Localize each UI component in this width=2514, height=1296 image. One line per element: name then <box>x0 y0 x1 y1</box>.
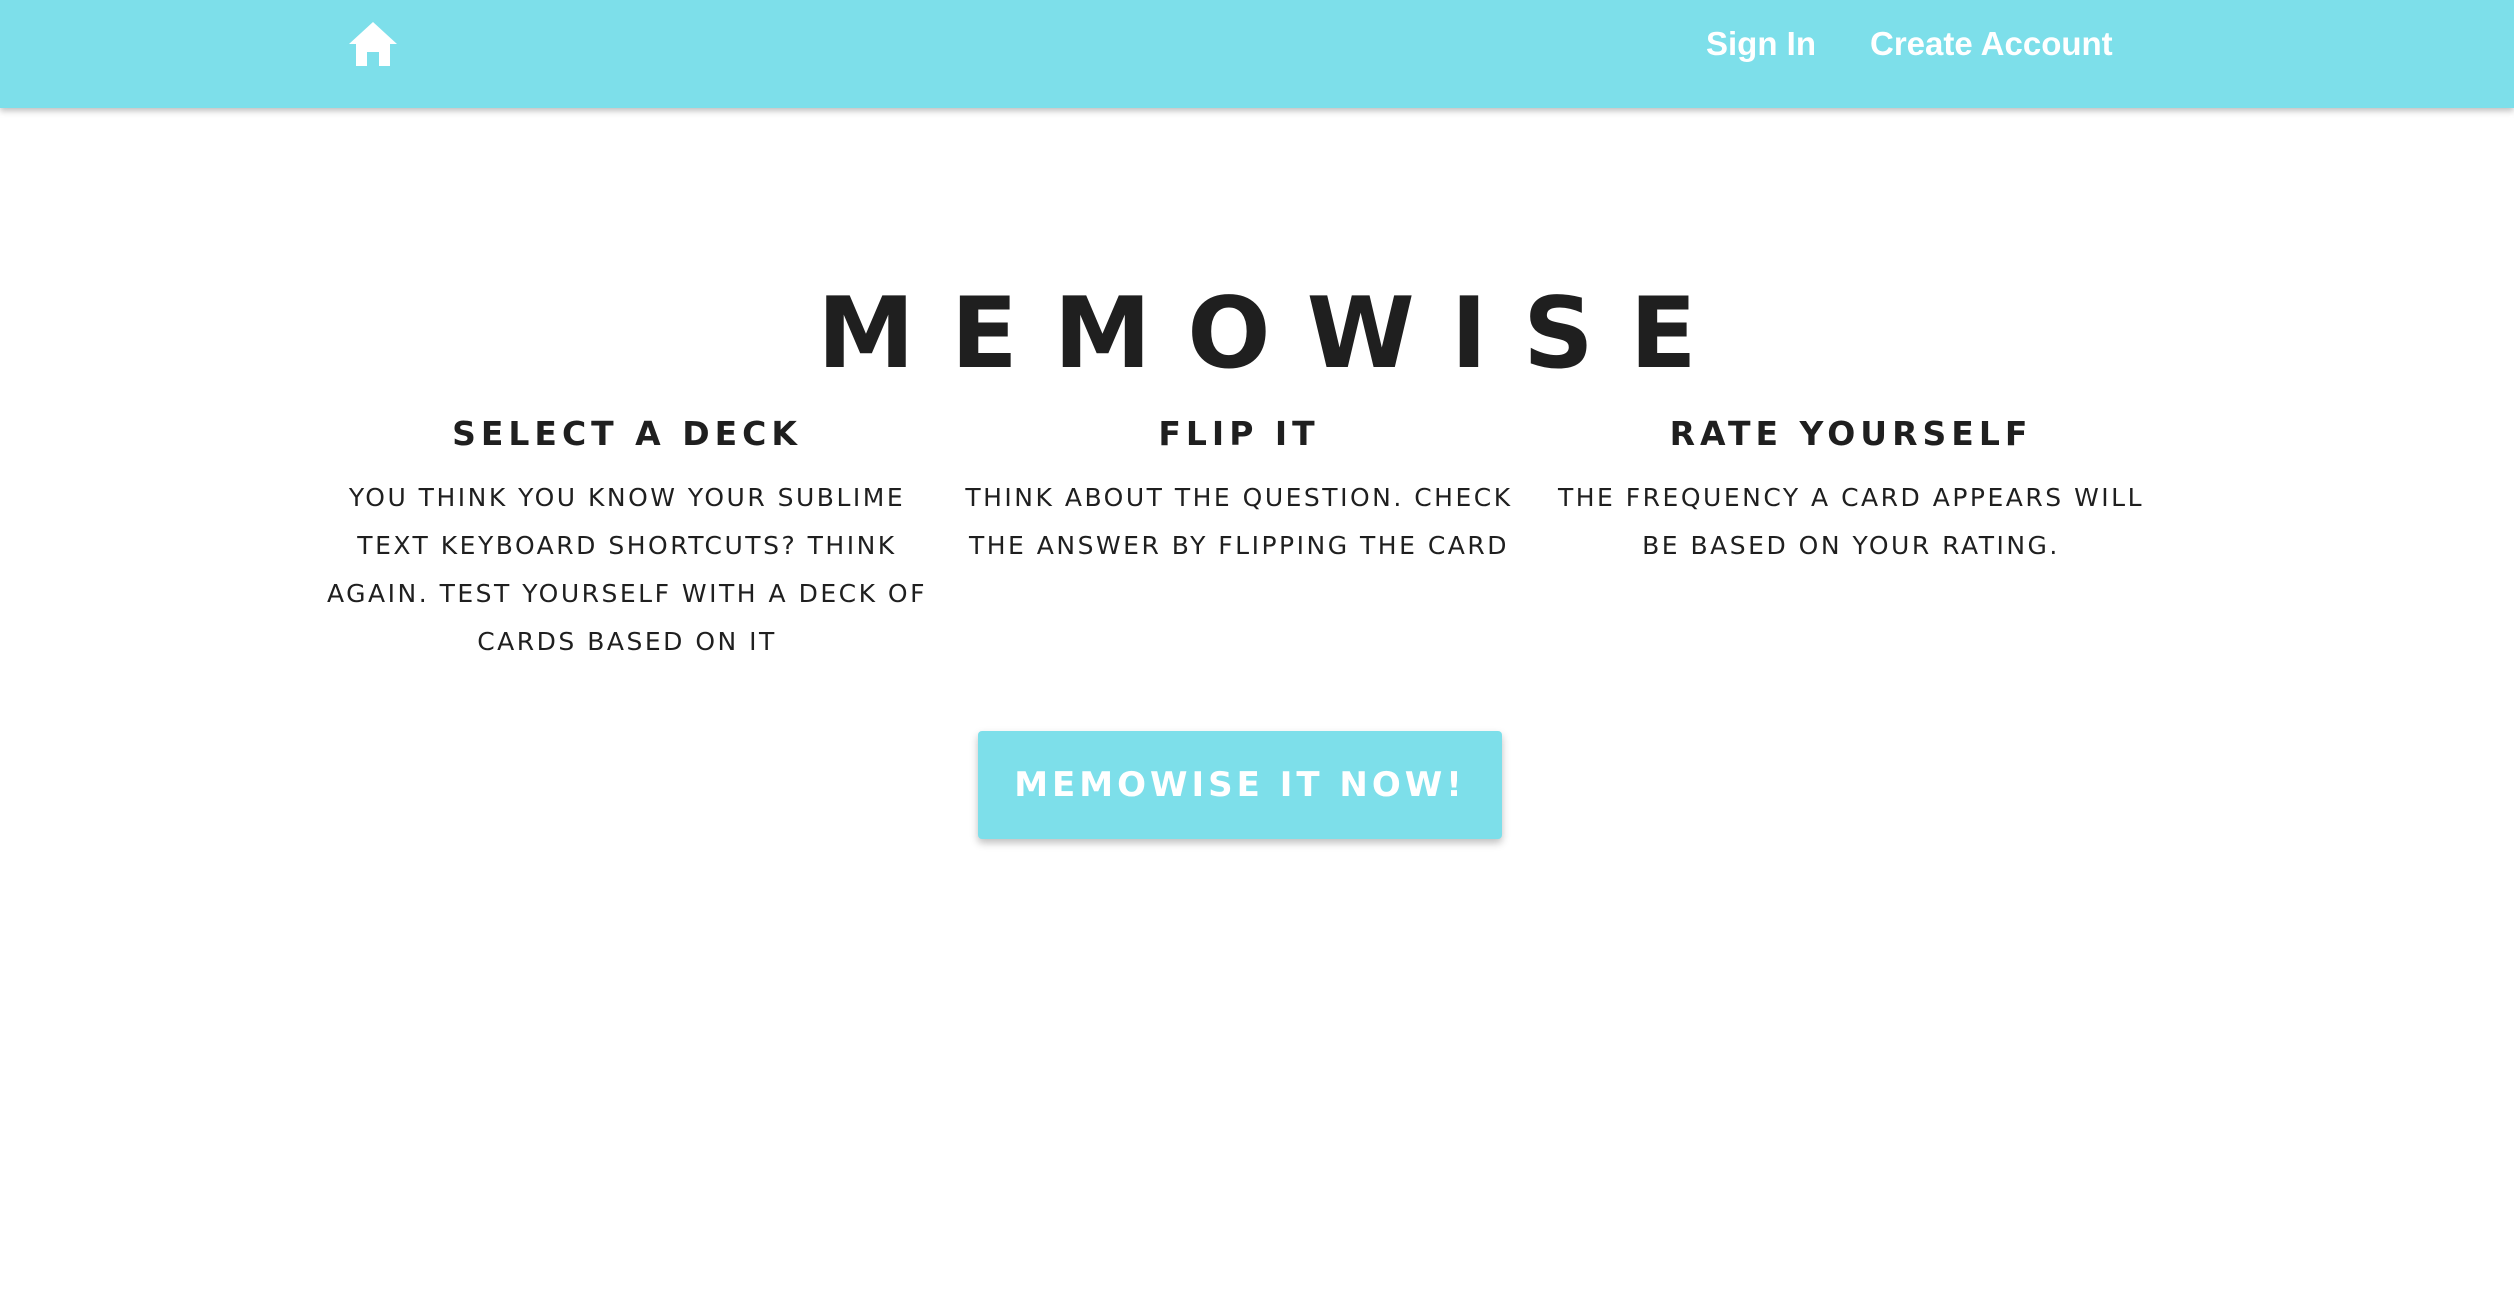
memowise-it-now-button[interactable]: MEMOWISE IT NOW! <box>978 731 1502 839</box>
feature-heading: SELECT A DECK <box>452 414 802 453</box>
sign-in-link[interactable]: Sign In <box>1706 20 1816 68</box>
top-navbar: Sign In Create Account <box>0 0 2514 108</box>
home-link[interactable] <box>347 20 399 68</box>
feature-rate-yourself: RATE YOURSELF THE FREQUENCY A CARD APPEA… <box>1541 406 2161 570</box>
feature-select-deck: SELECT A DECK YOU THINK YOU KNOW YOUR SU… <box>317 406 937 666</box>
feature-description: THINK ABOUT THE QUESTION. CHECK THE ANSW… <box>965 483 1513 560</box>
feature-description: YOU THINK YOU KNOW YOUR SUBLIME TEXT KEY… <box>327 483 927 656</box>
feature-description: THE FREQUENCY A CARD APPEARS WILL BE BAS… <box>1557 483 2145 560</box>
page-title: MEMOWISE <box>817 276 1733 391</box>
create-account-link[interactable]: Create Account <box>1870 20 2113 68</box>
home-icon <box>349 22 397 66</box>
feature-flip-it: FLIP IT THINK ABOUT THE QUESTION. CHECK … <box>929 406 1549 570</box>
feature-heading: FLIP IT <box>1158 414 1320 453</box>
feature-heading: RATE YOURSELF <box>1669 414 2033 453</box>
